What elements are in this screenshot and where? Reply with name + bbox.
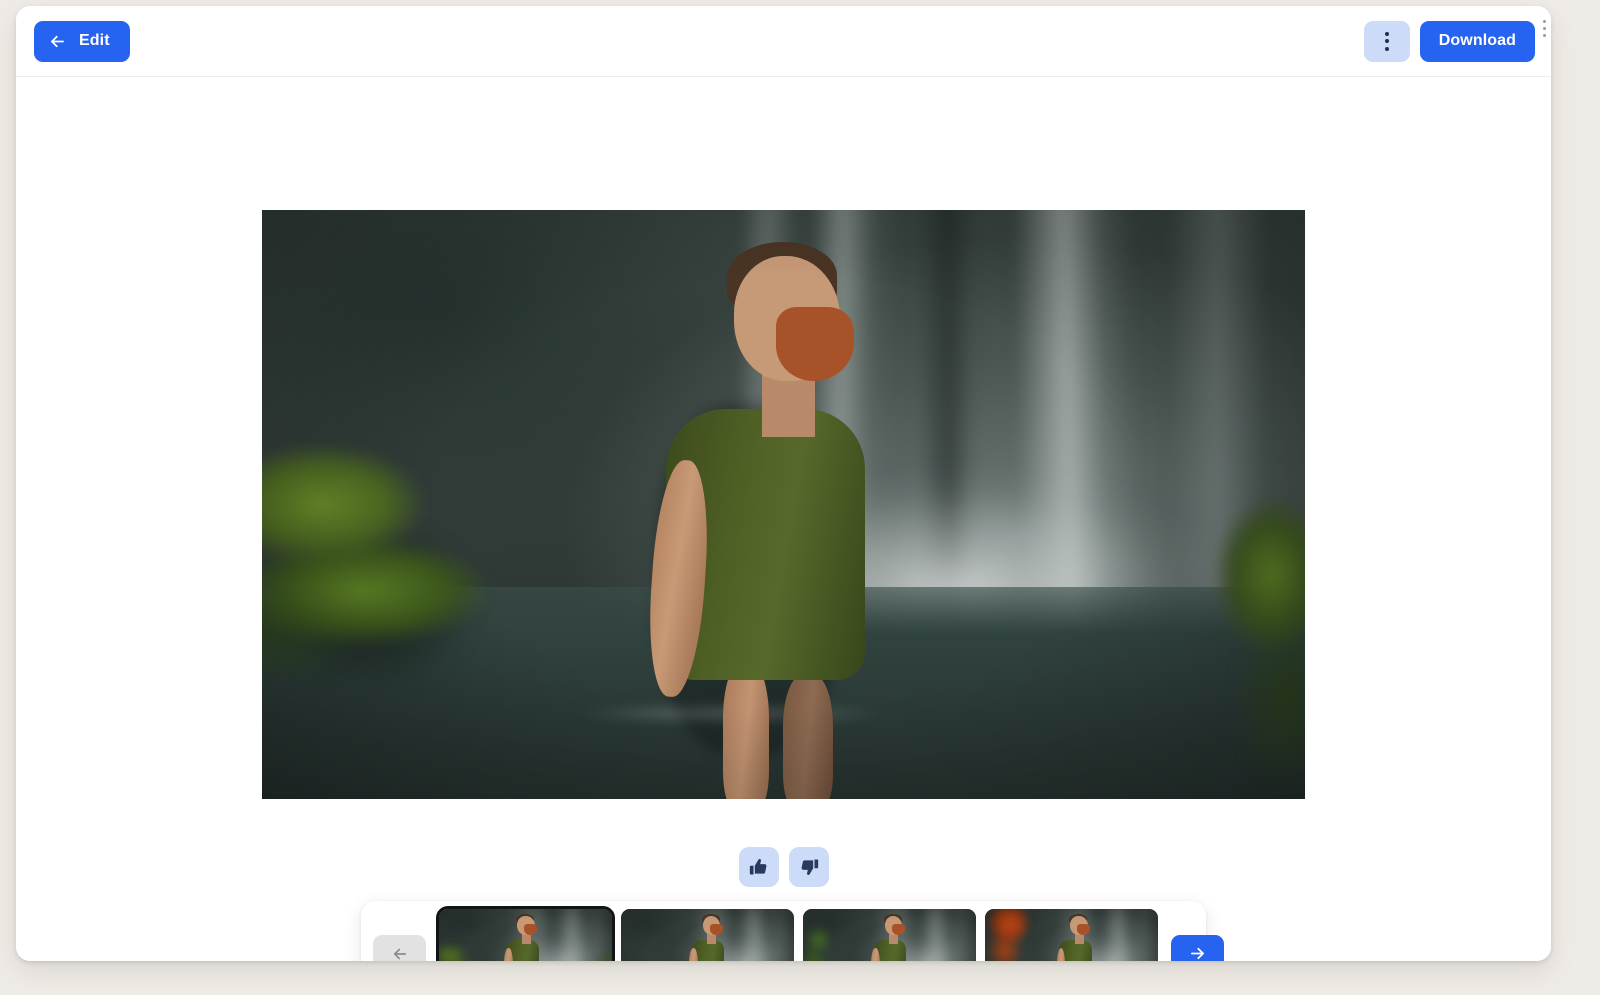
arrow-right-icon [1188, 944, 1207, 961]
kebab-menu-icon[interactable] [1363, 20, 1410, 62]
thumbnail-scene [985, 908, 1158, 961]
feedback-controls [16, 847, 1551, 887]
top-toolbar: Edit Download [16, 6, 1551, 77]
thumbnail-prev-button[interactable] [373, 934, 426, 962]
grip-dot [1542, 34, 1546, 37]
edit-button[interactable]: Edit [34, 20, 130, 62]
scene-vignette [262, 210, 1305, 799]
thumbnail-item[interactable] [803, 908, 976, 961]
thumbnail-next-button[interactable] [1171, 934, 1224, 961]
thumbnail-item[interactable] [436, 905, 615, 961]
kebab-dot [1384, 31, 1389, 36]
arrow-left-icon [391, 945, 409, 962]
viewer-area [16, 77, 1551, 961]
kebab-dot [1384, 39, 1389, 43]
kebab-dot [1384, 46, 1389, 51]
thumbs-down-icon [799, 857, 819, 877]
image-scene [262, 210, 1305, 799]
main-image[interactable] [262, 210, 1305, 799]
thumbnail-item[interactable] [985, 908, 1158, 961]
thumbnail-list [436, 905, 1158, 961]
thumbs-up-icon [749, 857, 769, 877]
thumbnail-scene [803, 908, 976, 961]
arrow-left-icon [48, 32, 67, 51]
toolbar-actions: Download [1363, 20, 1543, 62]
thumbs-down-button[interactable] [788, 847, 829, 887]
thumbnail-strip [361, 901, 1224, 962]
thumbnail-scene [621, 908, 794, 961]
download-button-label: Download [1438, 32, 1516, 49]
grip-dot [1542, 27, 1546, 30]
app-window: Edit Download [16, 6, 1551, 961]
thumbnail-scene [439, 908, 612, 961]
thumbnail-item[interactable] [621, 908, 794, 961]
edit-button-label: Edit [79, 32, 110, 49]
thumbs-up-button[interactable] [738, 847, 779, 887]
grip-dot [1542, 20, 1546, 23]
download-button[interactable]: Download [1419, 20, 1535, 62]
vertical-dots-grip-icon[interactable] [1539, 20, 1549, 37]
